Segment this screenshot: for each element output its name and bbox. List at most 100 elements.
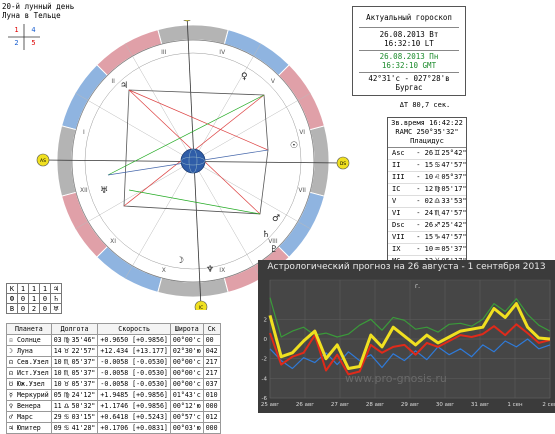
longitude-minutes: 05'37" <box>71 358 96 366</box>
house-num: - 26 <box>412 149 434 157</box>
house-row: III - 10♌05°37" <box>388 172 467 184</box>
house-degree: 25°42" <box>441 149 467 157</box>
house-label: IX <box>392 245 401 253</box>
col-latitude: Широта <box>169 323 204 335</box>
zodiac-sign-icon: ♉ <box>63 347 70 355</box>
planet-row: ♂ Марс 29 ♋ 03'15" +0.6418 [+0.5243] 00°57'с 0… <box>6 411 221 423</box>
planet-glyph-icon: ♃ <box>120 81 128 91</box>
zodiac-sign-icon: ♍ <box>434 185 441 193</box>
planet-glyph-icon: ♀ <box>241 72 248 82</box>
forecast-chart-svg: 25 авг 26 авг 27 авг 28 авг 29 авг 30 авг 31 а… <box>261 279 555 408</box>
house-degree: 05'17" <box>441 185 467 193</box>
longitude-minutes: 50'32" <box>71 402 96 410</box>
longitude-degree: 10 <box>53 380 62 388</box>
x-tick-label: 27 авг <box>331 402 349 408</box>
y-tick-label: -2 <box>262 357 267 363</box>
element-cell: В <box>6 303 18 314</box>
planet-latitude: 00°12'ю <box>172 402 201 410</box>
element-cell: К <box>6 283 18 294</box>
zodiac-sign-icon: ♏ <box>63 358 70 366</box>
house-row: IX - 10♒05'37" <box>388 244 467 256</box>
planet-row: ☽ Луна 14 ♉ 22'57" +12.434 [+13.177] 02°30'ю 0… <box>6 345 221 357</box>
house-degree: 47'57" <box>441 209 467 217</box>
col-longitude: Долгота <box>50 323 99 335</box>
ramc: RAMC 250°35'32" <box>395 128 459 136</box>
x-tick-label: 26 авг <box>296 402 314 408</box>
house-num: - 15 <box>412 233 434 241</box>
longitude-minutes: 22'57" <box>71 347 96 355</box>
x-tick-label: 30 авг <box>436 402 454 408</box>
gmt-date: 26.08.2013 Пн <box>379 52 439 61</box>
zodiac-sign-icon: ♋ <box>63 413 70 421</box>
house-label: II <box>392 161 401 169</box>
element-cell: 1 <box>28 293 40 304</box>
house-row: Dsc - 26♐25'42" <box>388 220 467 232</box>
longitude-degree: 03 <box>53 336 62 344</box>
zodiac-sign-icon: ♍ <box>63 391 70 399</box>
angle-label: DS <box>340 161 346 167</box>
zodiac-sign-icon: ♌ <box>434 173 441 181</box>
longitude-degree: 05 <box>53 391 62 399</box>
longitude-degree: 09 <box>53 424 62 432</box>
planet-latitude: 00°00'с <box>172 336 201 344</box>
element-cell: 1 <box>28 283 40 294</box>
house-num: - 12 <box>412 185 434 193</box>
house-label: V <box>392 197 397 205</box>
gmt-time: 16:32:10 GMT <box>381 61 437 70</box>
house-row: IC - 12♍05'17" <box>388 184 467 196</box>
y-tick-label: 2 <box>264 317 268 323</box>
house-degree: 05°37" <box>441 173 467 181</box>
planet-extra: 000 <box>205 424 218 432</box>
house-numeral: VI <box>299 129 305 136</box>
watermark: www.pro-gnosis.ru <box>345 372 447 385</box>
angle-label: AS <box>40 158 46 164</box>
x-tick-label: 31 авг <box>471 402 489 408</box>
element-row: К 1 1 1 ♃ <box>6 283 62 294</box>
house-row: VI - 24♏47'57" <box>388 208 467 220</box>
planet-name: ☋ Юж.Узел <box>9 380 45 388</box>
coordinates: 42°31'с - 027°28'в <box>368 74 450 83</box>
house-num: - 10 <box>412 173 434 181</box>
planet-extra: 00 <box>205 336 214 344</box>
planet-glyph-icon: ♇ <box>270 245 278 255</box>
planet-name: ♀ Венера <box>9 402 41 410</box>
planet-extra: 000 <box>205 402 218 410</box>
longitude-degree: 10 <box>53 358 62 366</box>
element-cell: 0 <box>39 293 51 304</box>
planet-latitude: 00°00'с <box>172 369 201 377</box>
planet-speed: +1.9485 [+0.9856] <box>100 391 168 399</box>
house-label: III <box>392 173 405 181</box>
planet-glyph-icon: ☽ <box>176 256 184 266</box>
planet-row: ♃ Юпитер 09 ♋ 41'28" +0.1706 [+0.0831] 00°03'… <box>6 422 221 434</box>
planet-glyph-icon: ♂ <box>272 214 280 224</box>
house-degree: 47'57" <box>441 161 467 169</box>
zodiac-sign-icon: ♊ <box>434 149 441 157</box>
zodiac-sign-icon: ♏ <box>63 369 70 377</box>
planet-name: ♂ Марс <box>9 413 33 421</box>
delta-t: ΔT 80,7 сек. <box>399 101 451 109</box>
zodiac-sign-icon: ♎ <box>434 197 441 205</box>
sidereal-time: Зв.время 16:42:22 <box>391 119 463 127</box>
planet-extra: 217 <box>205 369 218 377</box>
house-row: V - 02♎33'53" <box>388 196 467 208</box>
house-label: Dsc <box>392 221 405 229</box>
col-speed: Скорость <box>97 323 171 335</box>
house-num: - 02 <box>412 197 434 205</box>
house-num: - 15 <box>412 161 434 169</box>
longitude-minutes: 24'12" <box>71 391 96 399</box>
element-row: В 0 2 0 ♅ <box>6 303 62 314</box>
house-numeral: IV <box>219 49 226 56</box>
zodiac-sign-icon: ♏ <box>434 209 441 217</box>
planet-name: ☊ Сев.Узел <box>9 358 49 366</box>
y-tick-label: -4 <box>262 376 268 382</box>
house-numeral: XI <box>110 238 116 245</box>
element-cell: 0 <box>17 293 29 304</box>
chart-title: Астрологический прогноз на 26 августа - … <box>267 262 546 272</box>
angle-label: IC <box>199 305 203 310</box>
planet-extra: 217 <box>205 358 218 366</box>
planet-extra: 042 <box>205 347 218 355</box>
house-numeral: III <box>161 49 167 56</box>
element-row: Ф 0 1 0 ♄ <box>6 293 62 304</box>
planet-glyph-icon: ♆ <box>206 265 214 275</box>
house-num: - 26 <box>412 221 434 229</box>
